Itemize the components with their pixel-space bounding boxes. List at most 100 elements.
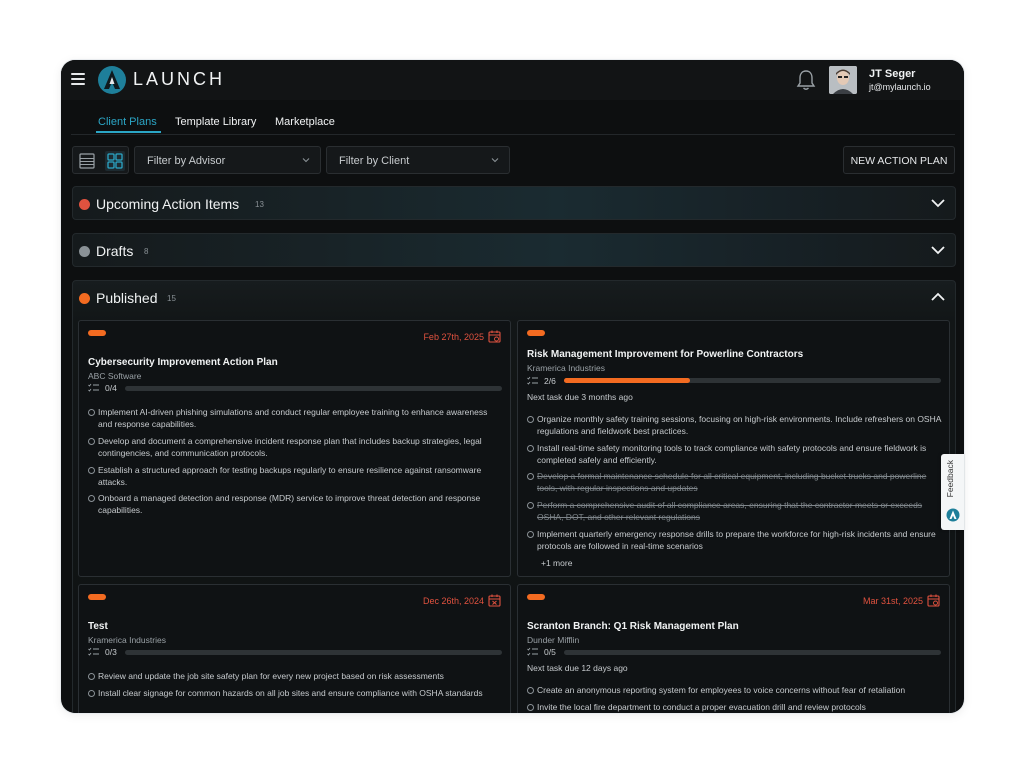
plan-client: Kramerica Industries (88, 635, 166, 645)
task-checkbox-checked[interactable] (527, 473, 534, 480)
avatar[interactable] (829, 66, 857, 94)
plan-title: Scranton Branch: Q1 Risk Management Plan (527, 621, 739, 632)
progress-fill (564, 378, 690, 383)
task-item[interactable]: Create an anonymous reporting system for… (527, 685, 947, 697)
app-window: LAUNCH JT Seger jt@mylaunch.io Client Pl… (61, 60, 964, 713)
task-checkbox[interactable] (527, 416, 534, 423)
user-name[interactable]: JT Seger (869, 68, 915, 80)
checklist-icon (88, 647, 99, 656)
task-item[interactable]: Organize monthly safety training session… (527, 414, 947, 437)
calendar-overdue-icon (488, 594, 501, 607)
brand-name: LAUNCH (133, 69, 226, 89)
tab-marketplace[interactable]: Marketplace (275, 116, 335, 128)
task-checkbox[interactable] (88, 673, 95, 680)
chevron-down-icon (931, 199, 945, 208)
filter-advisor-select[interactable]: Filter by Advisor (134, 146, 321, 174)
task-text: Implement quarterly emergency response d… (537, 529, 936, 551)
progress-count: 0/4 (105, 383, 117, 393)
plan-title: Cybersecurity Improvement Action Plan (88, 357, 278, 368)
plan-card[interactable]: Mar 31st, 2025 Scranton Branch: Q1 Risk … (517, 584, 950, 713)
plan-title: Test (88, 621, 108, 632)
more-tasks-link[interactable]: +1 more (541, 558, 572, 568)
task-checkbox[interactable] (88, 690, 95, 697)
avatar-photo (829, 66, 857, 94)
section-title: Published (96, 290, 158, 306)
bell-icon[interactable] (796, 69, 816, 91)
task-item[interactable]: Install clear signage for common hazards… (88, 688, 488, 700)
task-item[interactable]: Review and update the job site safety pl… (88, 671, 503, 683)
plan-card[interactable]: Risk Management Improvement for Powerlin… (517, 320, 950, 577)
plan-tag (527, 330, 545, 336)
task-item[interactable]: Develop and document a comprehensive inc… (88, 436, 503, 459)
filter-client-select[interactable]: Filter by Client (326, 146, 510, 174)
task-item[interactable]: Perform a comprehensive audit of all com… (527, 500, 932, 523)
active-tab-indicator (96, 131, 161, 133)
progress-count: 0/5 (544, 647, 556, 657)
task-item[interactable]: Install real-time safety monitoring tool… (527, 443, 927, 466)
grid-view-button[interactable] (105, 151, 125, 171)
list-view-button[interactable] (77, 151, 97, 171)
task-checkbox[interactable] (88, 467, 95, 474)
task-text: Review and update the job site safety pl… (98, 671, 444, 681)
status-dot (79, 199, 90, 210)
task-checkbox[interactable] (88, 495, 95, 502)
next-task-due: Next task due 3 months ago (527, 392, 633, 402)
section-title: Upcoming Action Items (96, 196, 240, 212)
checklist-icon (88, 383, 99, 392)
calendar-icon (927, 594, 940, 607)
task-item[interactable]: Onboard a managed detection and response… (88, 493, 488, 516)
filter-client-label: Filter by Client (339, 155, 410, 167)
progress-bar (564, 650, 941, 655)
chevron-up-icon (931, 292, 945, 301)
due-date: Feb 27th, 2025 (423, 332, 484, 342)
plan-card[interactable]: Feb 27th, 2025 Cybersecurity Improvement… (78, 320, 511, 577)
task-checkbox[interactable] (527, 704, 534, 711)
section-count: 8 (144, 247, 149, 256)
tab-bar: Client Plans Template Library Marketplac… (71, 100, 955, 135)
section-drafts[interactable]: Drafts 8 (72, 233, 956, 267)
feedback-label: Feedback (945, 460, 955, 498)
task-checkbox[interactable] (88, 409, 95, 416)
chevron-down-icon (931, 246, 945, 255)
tab-template-library[interactable]: Template Library (175, 116, 256, 128)
section-title: Drafts (96, 243, 134, 259)
calendar-icon (488, 330, 501, 343)
task-item[interactable]: Implement quarterly emergency response d… (527, 529, 937, 552)
task-text: Install real-time safety monitoring tool… (537, 443, 927, 465)
status-dot (79, 246, 90, 257)
due-date: Mar 31st, 2025 (862, 596, 923, 606)
feedback-tab[interactable]: Feedback (941, 454, 964, 530)
grid-view-icon (107, 153, 123, 169)
plan-client: Dunder Mifflin (527, 635, 580, 645)
view-toggle (72, 146, 129, 174)
tab-client-plans[interactable]: Client Plans (98, 116, 157, 128)
task-checkbox[interactable] (527, 687, 534, 694)
menu-icon[interactable] (71, 73, 85, 85)
section-count: 13 (255, 200, 264, 209)
task-text: Develop and document a comprehensive inc… (98, 436, 482, 458)
task-item[interactable]: Invite the local fire department to cond… (527, 702, 947, 713)
new-action-plan-button[interactable]: NEW ACTION PLAN (843, 146, 955, 174)
task-checkbox[interactable] (527, 445, 534, 452)
progress-bar (125, 650, 502, 655)
section-upcoming-action-items[interactable]: Upcoming Action Items 13 (72, 186, 956, 220)
due-date: Dec 26th, 2024 (422, 596, 484, 606)
launch-logo-icon (946, 508, 960, 522)
task-text: Onboard a managed detection and response… (98, 493, 481, 515)
progress-count: 0/3 (105, 647, 117, 657)
progress-bar (125, 386, 502, 391)
checklist-icon (527, 376, 538, 385)
task-item[interactable]: Implement AI-driven phishing simulations… (88, 407, 503, 430)
task-item[interactable]: Develop a formal maintenance schedule fo… (527, 471, 937, 494)
task-text: Install clear signage for common hazards… (98, 688, 483, 698)
task-checkbox-checked[interactable] (527, 502, 534, 509)
task-checkbox[interactable] (527, 531, 534, 538)
task-item[interactable]: Establish a structured approach for test… (88, 465, 488, 488)
plan-card[interactable]: Dec 26th, 2024 Test Kramerica Industries… (78, 584, 511, 713)
status-dot (79, 293, 90, 304)
plan-tag (88, 330, 106, 336)
section-published[interactable]: Published 15 (72, 280, 956, 314)
chevron-down-icon (302, 158, 310, 163)
task-checkbox[interactable] (88, 438, 95, 445)
task-text: Implement AI-driven phishing simulations… (98, 407, 488, 429)
